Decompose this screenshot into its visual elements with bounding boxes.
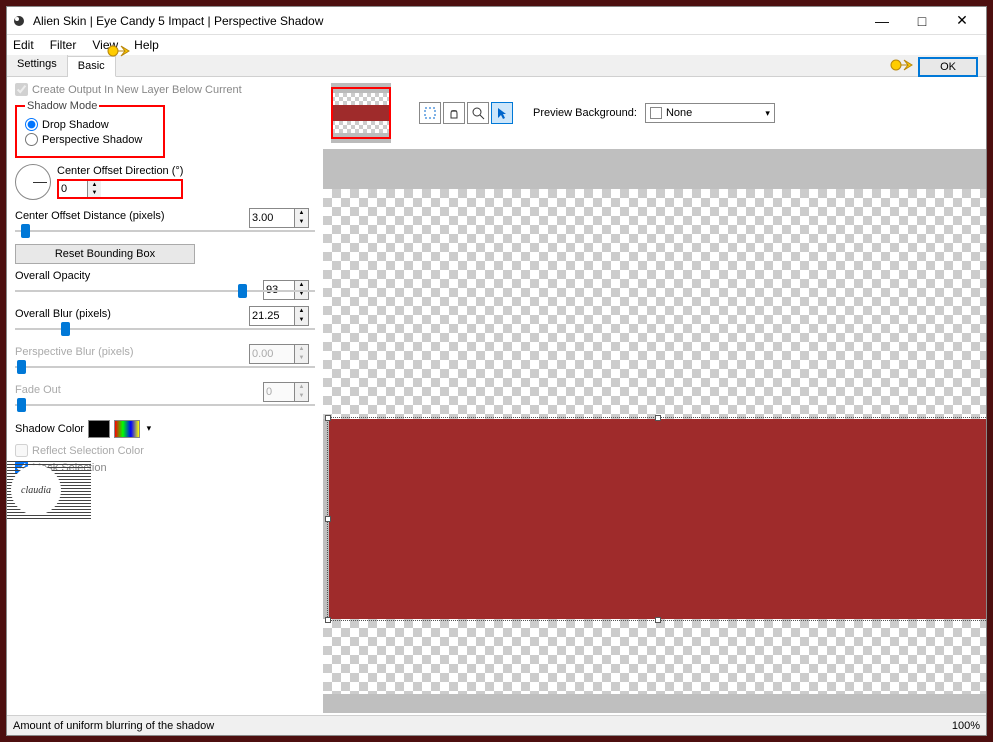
shadow-mode-group: Shadow Mode Drop Shadow Perspective Shad… [15, 100, 165, 158]
direction-dial[interactable] [15, 164, 51, 200]
menu-edit[interactable]: Edit [13, 38, 34, 52]
spin-up-icon[interactable]: ▲ [295, 307, 308, 316]
perspective-shadow-label: Perspective Shadow [42, 134, 142, 146]
shadow-color-label: Shadow Color [15, 423, 84, 435]
watermark-text: claudia [11, 465, 61, 515]
preview-background-label: Preview Background: [533, 107, 637, 119]
app-icon [11, 13, 27, 29]
resize-handle[interactable] [325, 516, 331, 522]
status-bar: Amount of uniform blurring of the shadow… [7, 715, 986, 735]
tab-bar: Settings Basic [7, 55, 986, 77]
settings-panel: Create Output In New Layer Below Current… [7, 77, 323, 713]
fade-out-slider [15, 398, 315, 412]
resize-handle[interactable] [655, 415, 661, 421]
zoom-tool-icon[interactable] [467, 102, 489, 124]
close-button[interactable]: ✕ [942, 9, 982, 33]
menu-filter[interactable]: Filter [50, 38, 77, 52]
preview-background-select[interactable]: None ▾ [645, 103, 775, 123]
center-offset-distance-slider[interactable] [15, 224, 315, 238]
preview-background-value: None [666, 107, 692, 119]
preview-panel: Preview Background: None ▾ [323, 77, 986, 713]
spin-up-icon: ▲ [295, 383, 308, 392]
maximize-button[interactable]: □ [902, 9, 942, 33]
shadow-mode-legend: Shadow Mode [25, 100, 99, 112]
color-picker-button[interactable] [114, 420, 140, 438]
status-hint: Amount of uniform blurring of the shadow [13, 720, 214, 732]
none-swatch-icon [650, 107, 662, 119]
preview-thumbnail[interactable] [331, 83, 391, 143]
create-output-label: Create Output In New Layer Below Current [32, 84, 242, 96]
center-offset-direction-spinner[interactable]: ▲▼ [57, 179, 183, 199]
spin-up-icon: ▲ [295, 345, 308, 354]
menubar: Edit Filter View Help [7, 35, 986, 55]
resize-handle[interactable] [325, 617, 331, 623]
shadow-color-swatch[interactable] [88, 420, 110, 438]
window-title: Alien Skin | Eye Candy 5 Impact | Perspe… [33, 14, 862, 28]
reset-bounding-box-button[interactable]: Reset Bounding Box [15, 244, 195, 264]
reflect-selection-color-checkbox [15, 444, 28, 457]
minimize-button[interactable]: — [862, 9, 902, 33]
perspective-blur-slider [15, 360, 315, 374]
hand-tool-icon[interactable] [443, 102, 465, 124]
pointing-hand-icon [890, 55, 918, 75]
drop-shadow-label: Drop Shadow [42, 119, 109, 131]
pointing-hand-icon [107, 41, 135, 61]
spin-up-icon[interactable]: ▲ [295, 209, 308, 218]
pointer-tool-icon[interactable] [491, 102, 513, 124]
perspective-shadow-radio[interactable] [25, 133, 38, 146]
menu-help[interactable]: Help [134, 38, 159, 52]
overall-opacity-slider[interactable] [15, 284, 315, 298]
reflect-selection-color-label: Reflect Selection Color [32, 445, 144, 457]
titlebar: Alien Skin | Eye Candy 5 Impact | Perspe… [7, 7, 986, 35]
selection-bounds[interactable] [327, 417, 986, 621]
spin-down-icon[interactable]: ▼ [88, 189, 101, 197]
overall-blur-slider[interactable] [15, 322, 315, 336]
preview-canvas[interactable] [323, 149, 986, 713]
watermark: claudia [6, 461, 91, 519]
create-output-checkbox [15, 83, 28, 96]
tab-settings[interactable]: Settings [7, 55, 68, 76]
zoom-level: 100% [952, 720, 980, 732]
center-offset-direction-label: Center Offset Direction (°) [57, 165, 183, 177]
resize-handle[interactable] [325, 415, 331, 421]
checker-background [323, 189, 986, 419]
chevron-down-icon: ▾ [765, 108, 770, 119]
drop-shadow-radio[interactable] [25, 118, 38, 131]
marquee-tool-icon[interactable] [419, 102, 441, 124]
ok-button[interactable]: OK [918, 57, 978, 77]
spin-up-icon[interactable]: ▲ [88, 181, 101, 189]
center-offset-direction-input[interactable] [59, 181, 87, 197]
checker-background [323, 619, 986, 694]
resize-handle[interactable] [655, 617, 661, 623]
